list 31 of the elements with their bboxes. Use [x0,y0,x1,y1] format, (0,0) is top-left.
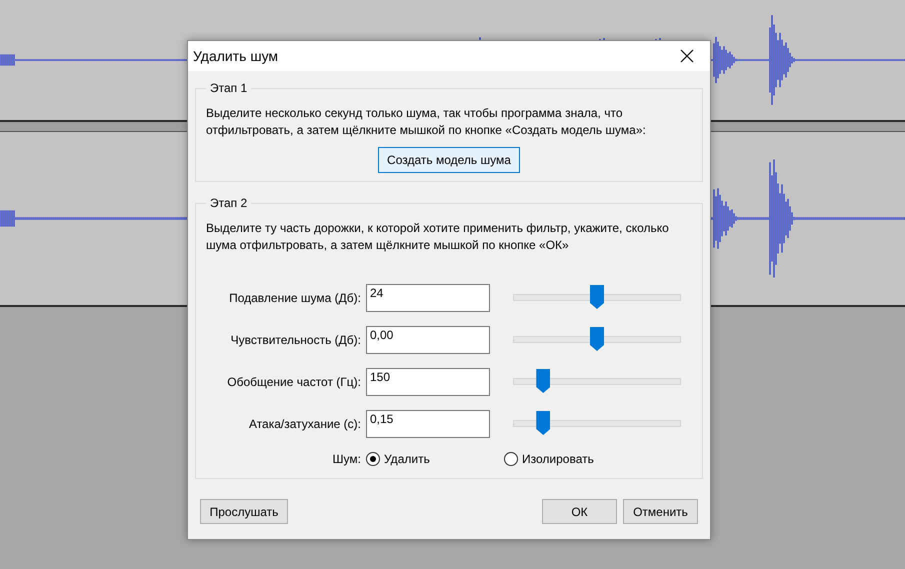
field-label: Подавление шума (Дб): [228,291,362,305]
slider-thumb[interactable] [590,285,604,309]
dialog-button[interactable]: Прослушать [200,499,288,524]
dialog-button[interactable]: Отменить [623,499,698,524]
instruction-text: Выделите несколько секунд только шума, так чтобы программа знала, что отфильтровать, а затем щёлкните мышкой по кнопке «Создать модель шума»: [206,105,647,139]
instruction-text: Выделите ту часть дорожки, к которой хотите применить фильтр, укажите, сколько шума отфильтровать, а затем щёлкните мышкой по кнопке «ОК» [206,220,670,254]
group-title: Этап 1 [209,81,248,95]
close-icon [680,49,694,63]
radio-button[interactable] [366,452,380,466]
input-field[interactable]: 24 [366,284,490,312]
field-label: Атака/затухание (с): [248,417,362,431]
slider[interactable] [513,369,681,395]
slider[interactable] [513,285,681,311]
field-label: Чувствительность (Дб): [230,333,362,347]
radio-label[interactable]: Изолировать [522,452,594,466]
radio-label[interactable]: Удалить [384,452,430,466]
field-label: Шум: [332,452,362,466]
input-field[interactable]: 0,15 [366,410,490,438]
slider[interactable] [513,327,681,353]
input-field[interactable]: 0,00 [366,326,490,354]
slider-thumb[interactable] [536,369,550,393]
radio-button[interactable] [504,452,518,466]
dialog-button[interactable]: ОК [542,499,617,524]
slider[interactable] [513,411,681,437]
dialog-title: Удалить шум [193,48,278,64]
field-label: Обобщение частот (Гц): [226,375,362,389]
group-title: Этап 2 [209,196,248,210]
slider-thumb[interactable] [536,411,550,435]
slider-thumb[interactable] [590,327,604,351]
create-model-button[interactable]: Создать модель шума [378,147,520,173]
input-field[interactable]: 150 [366,368,490,396]
